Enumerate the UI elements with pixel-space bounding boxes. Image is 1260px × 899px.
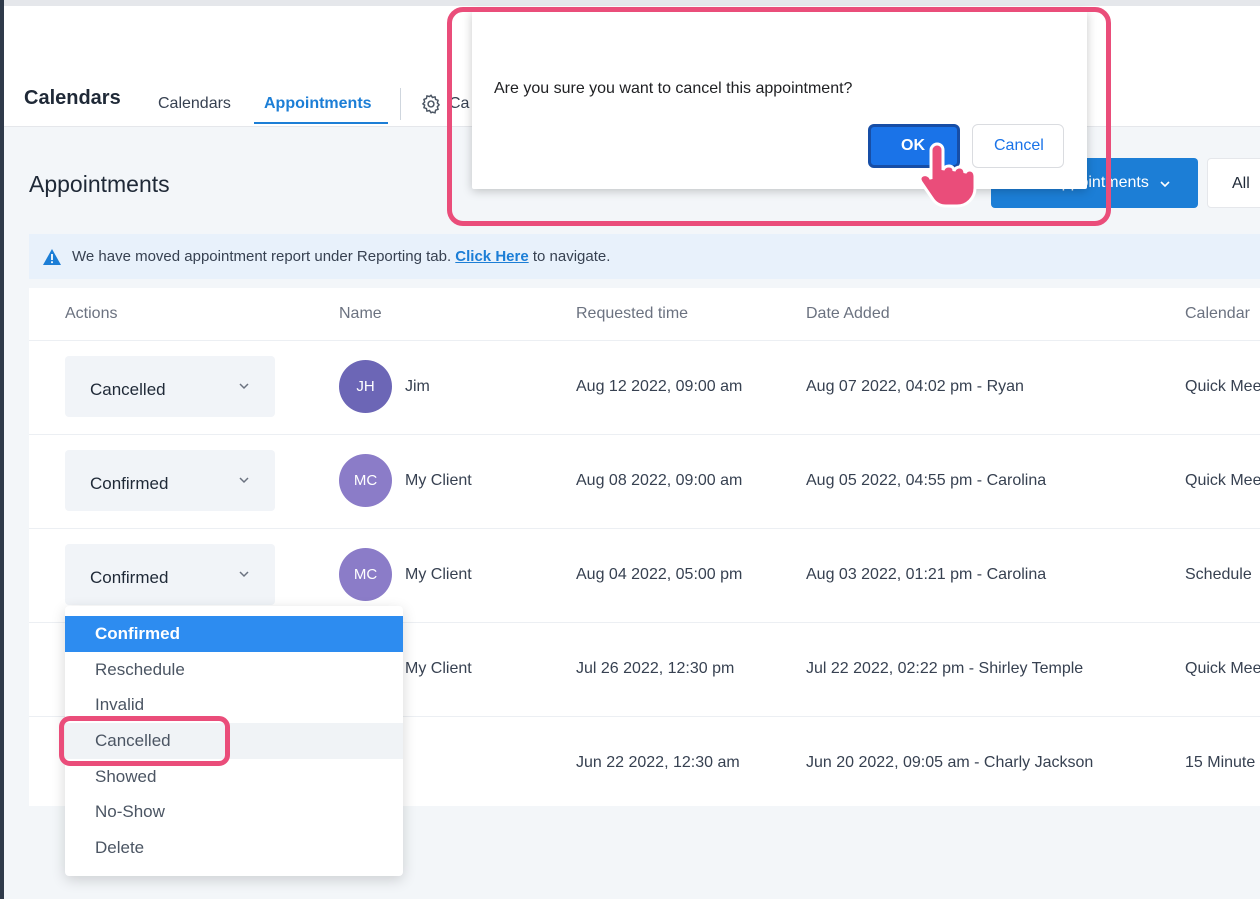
calendar-name: Quick Mee: [1185, 660, 1260, 677]
requested-time: Aug 08 2022, 09:00 am: [576, 472, 743, 489]
contact-name[interactable]: My Client: [405, 660, 472, 678]
filter-all-label: All: [1232, 175, 1250, 192]
dropdown-option-confirmed[interactable]: Confirmed: [65, 616, 403, 652]
requested-time: Aug 12 2022, 09:00 am: [576, 378, 743, 395]
avatar: MC: [339, 454, 392, 507]
column-header-calendar: Calendar: [1185, 305, 1250, 322]
column-header-name: Name: [339, 305, 382, 322]
dropdown-option-reschedule[interactable]: Reschedule: [65, 652, 403, 688]
warning-icon: [42, 248, 62, 271]
window-left-edge: [0, 0, 4, 899]
status-select[interactable]: Confirmed: [65, 450, 275, 511]
chevron-down-icon: [238, 379, 250, 397]
column-header-date-added: Date Added: [806, 305, 890, 322]
date-added: Jul 22 2022, 02:22 pm - Shirley Temple: [806, 660, 1084, 677]
avatar: JH: [339, 360, 392, 413]
option-label: Reschedule: [95, 660, 185, 679]
chevron-down-icon: [1159, 177, 1171, 195]
contact-name[interactable]: My Client: [405, 472, 472, 490]
requested-time: Jun 22 2022, 12:30 am: [576, 754, 740, 771]
notice-message: We have moved appointment report under R…: [72, 248, 610, 265]
active-tab-underline: [254, 122, 388, 124]
status-select[interactable]: Cancelled: [65, 356, 275, 417]
table-row: Cancelled JH Jim Aug 12 2022, 09:00 am A…: [29, 340, 1260, 434]
date-added: Jun 20 2022, 09:05 am - Charly Jackson: [806, 754, 1094, 771]
requested-time: Aug 04 2022, 05:00 pm: [576, 566, 743, 583]
chevron-down-icon: [238, 567, 250, 585]
notice-text-before: We have moved appointment report under R…: [72, 248, 452, 265]
calendar-name: Quick Mee: [1185, 472, 1260, 489]
status-value: Cancelled: [90, 380, 166, 399]
contact-name[interactable]: Jim: [405, 378, 430, 396]
option-label: No-Show: [95, 802, 165, 821]
annotation-highlight-dialog: [447, 7, 1111, 226]
calendar-name: Schedule: [1185, 566, 1252, 583]
requested-time: Jul 26 2022, 12:30 pm: [576, 660, 735, 677]
tab-calendars[interactable]: Calendars: [158, 95, 231, 113]
calendar-name: 15 Minute: [1185, 754, 1256, 771]
column-header-actions: Actions: [65, 305, 118, 322]
notice-link[interactable]: Click Here: [455, 248, 528, 265]
annotation-highlight-cancelled: [59, 716, 230, 766]
column-header-requested-time: Requested time: [576, 305, 689, 322]
brand-title: Calendars: [24, 87, 121, 109]
contact-name[interactable]: My Client: [405, 566, 472, 584]
page-title: Appointments: [29, 171, 170, 197]
nav-separator: [400, 88, 401, 120]
option-label: Showed: [95, 767, 157, 786]
table-row: Confirmed MC My Client Aug 08 2022, 09:0…: [29, 434, 1260, 528]
pointer-hand-icon: [913, 140, 981, 213]
option-label: Invalid: [95, 695, 145, 714]
notice-text-after: to navigate.: [532, 248, 611, 265]
option-label: Confirmed: [95, 624, 180, 643]
date-added: Aug 05 2022, 04:55 pm - Carolina: [806, 472, 1047, 489]
calendar-name: Quick Mee: [1185, 378, 1260, 395]
status-value: Confirmed: [90, 474, 169, 493]
info-notice: We have moved appointment report under R…: [29, 234, 1260, 279]
chevron-down-icon: [238, 473, 250, 491]
option-label: Delete: [95, 838, 145, 857]
tab-appointments[interactable]: Appointments: [264, 95, 372, 113]
dropdown-option-no-show[interactable]: No-Show: [65, 794, 403, 830]
filter-all-button[interactable]: All: [1207, 158, 1260, 208]
avatar: MC: [339, 548, 392, 601]
status-value: Confirmed: [90, 568, 169, 587]
date-added: Aug 03 2022, 01:21 pm - Carolina: [806, 566, 1047, 583]
dropdown-option-delete[interactable]: Delete: [65, 830, 403, 866]
status-select[interactable]: Confirmed: [65, 544, 275, 605]
gear-icon[interactable]: [420, 93, 442, 120]
date-added: Aug 07 2022, 04:02 pm - Ryan: [806, 378, 1024, 395]
